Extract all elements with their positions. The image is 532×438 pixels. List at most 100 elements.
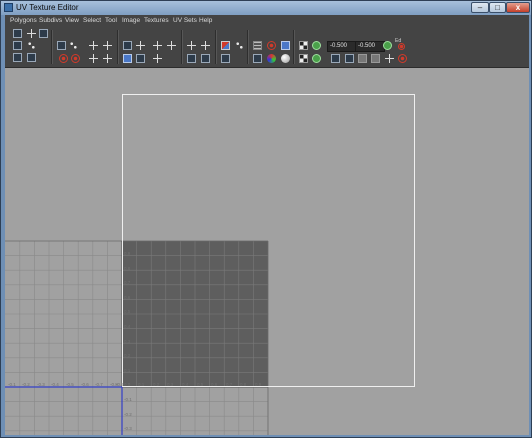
grid-align-icon[interactable]	[187, 41, 196, 50]
delete-history-icon[interactable]	[398, 43, 405, 50]
refresh-icon[interactable]	[312, 41, 321, 50]
v-label: 0.4	[124, 324, 131, 329]
shaded-uv-icon[interactable]	[281, 41, 290, 50]
close-button[interactable]: x	[506, 2, 530, 13]
v-label: 0.1	[124, 368, 131, 373]
align-uv-icon[interactable]	[89, 41, 98, 50]
uv-0-1-tile-border	[122, 94, 415, 387]
menu-textures[interactable]: Textures	[144, 15, 169, 26]
u-label: -0.7	[95, 382, 103, 387]
v-label: 0.2	[124, 353, 131, 358]
v-label: 0.5	[124, 309, 131, 314]
move-uv-icon[interactable]	[13, 29, 22, 38]
menu-view[interactable]: View	[65, 15, 79, 26]
uv-viewport[interactable]: -0.1 -0.2 -0.3 -0.4 -0.5 -0.6 -0.7 -0.8 …	[5, 68, 529, 435]
u-label: -0.1	[8, 382, 16, 387]
minimize-button[interactable]: –	[471, 2, 489, 13]
v-label: 0.7	[124, 280, 131, 285]
menu-tool[interactable]: Tool	[105, 15, 117, 26]
paste-u-icon[interactable]	[358, 54, 367, 63]
u-label: 0.6	[211, 382, 218, 387]
sew-uv-icon[interactable]	[69, 41, 78, 50]
grid-display-icon[interactable]	[253, 41, 262, 50]
menu-select[interactable]: Select	[83, 15, 101, 26]
menu-help[interactable]: Help	[199, 15, 212, 26]
toolbar-separator	[293, 30, 295, 64]
menu-uv-sets[interactable]: UV Sets	[173, 15, 197, 26]
toolbar: -0.500 -0.500 Ed	[5, 26, 529, 68]
stack-uv-icon[interactable]	[103, 54, 112, 63]
menu-image[interactable]: Image	[122, 15, 140, 26]
delete-uv-icon[interactable]	[398, 54, 407, 63]
u-label: 0.9	[255, 382, 262, 387]
v-label: -0.2	[124, 412, 132, 417]
paste-v-icon[interactable]	[371, 54, 380, 63]
client-area: Polygons Subdivs View Select Tool Image …	[5, 15, 529, 435]
v-label: -0.1	[124, 397, 132, 402]
flip-u-icon[interactable]	[13, 41, 22, 50]
u-label: 0.3	[167, 382, 174, 387]
u-label: -0.5	[66, 382, 74, 387]
v-label: 0.6	[124, 295, 131, 300]
u-label: -0.6	[81, 382, 89, 387]
maximize-button[interactable]: □	[489, 2, 506, 13]
relax-uv-icon[interactable]	[123, 54, 132, 63]
select-shell-icon[interactable]	[39, 29, 48, 38]
uv-texture-editor-window: UV Texture Editor – □ x Polygons Subdivs…	[0, 0, 532, 438]
toolbar-separator	[247, 30, 249, 64]
v-coordinate-field[interactable]: -0.500	[355, 41, 385, 52]
translate-icon[interactable]	[27, 29, 36, 38]
unfold-uv-icon[interactable]	[136, 41, 145, 50]
cut-uv-icon[interactable]	[27, 53, 36, 62]
pin-uv-icon[interactable]	[59, 54, 68, 63]
u-coordinate-field[interactable]: -0.500	[327, 41, 357, 52]
v-label: 0.3	[124, 339, 131, 344]
straighten-uv-icon[interactable]	[89, 54, 98, 63]
menu-bar: Polygons Subdivs View Select Tool Image …	[5, 15, 529, 26]
u-label: -0.4	[51, 382, 59, 387]
menu-subdivs[interactable]: Subdivs	[39, 15, 62, 26]
grid-uv-icon[interactable]	[57, 41, 66, 50]
align-u-icon[interactable]	[153, 54, 162, 63]
texture-display-icon[interactable]	[235, 41, 244, 50]
toolbar-separator	[117, 30, 119, 64]
u-label: -0.2	[22, 382, 30, 387]
rgb-channels-icon[interactable]	[267, 54, 276, 63]
u-label: 0.5	[197, 382, 204, 387]
checker-icon[interactable]	[299, 41, 308, 50]
v-label: 0.8	[124, 266, 131, 271]
center-pivot-icon[interactable]	[201, 41, 210, 50]
bounding-box-icon[interactable]	[187, 54, 196, 63]
u-label: 0.0	[124, 382, 131, 387]
toolbar-separator	[51, 30, 53, 64]
title-bar[interactable]: UV Texture Editor – □ x	[1, 1, 531, 15]
filter-image-icon[interactable]	[221, 54, 230, 63]
normalize-uv-icon[interactable]	[136, 54, 145, 63]
copy-uv-icon[interactable]	[331, 54, 340, 63]
window-title: UV Texture Editor	[16, 3, 79, 12]
layout-uv-icon[interactable]	[123, 41, 132, 50]
menu-polygons[interactable]: Polygons	[10, 15, 37, 26]
reload-icon[interactable]	[312, 54, 321, 63]
app-icon	[4, 3, 13, 12]
paste-uv-icon[interactable]	[345, 54, 354, 63]
isolate-icon[interactable]	[253, 54, 262, 63]
cycle-uv-icon[interactable]	[385, 54, 394, 63]
distribute-uv-icon[interactable]	[103, 41, 112, 50]
v-label: -0.3	[124, 426, 132, 431]
uv-image-icon[interactable]	[221, 41, 230, 50]
checker-tiles-icon[interactable]	[299, 54, 308, 63]
frame-icon[interactable]	[201, 54, 210, 63]
toolbar-separator	[181, 30, 183, 64]
flip-v-icon[interactable]	[27, 41, 36, 50]
u-label: 0.7	[226, 382, 233, 387]
u-label: 0.4	[182, 382, 189, 387]
alpha-channel-icon[interactable]	[281, 54, 290, 63]
snap-uv-icon[interactable]	[153, 41, 162, 50]
snap-toggle-icon[interactable]	[267, 41, 276, 50]
rotate-uv-icon[interactable]	[13, 53, 22, 62]
u-label: 0.8	[240, 382, 247, 387]
rotate-uv-refresh-icon[interactable]	[383, 41, 392, 50]
align-v-icon[interactable]	[167, 41, 176, 50]
unpin-uv-icon[interactable]	[71, 54, 80, 63]
